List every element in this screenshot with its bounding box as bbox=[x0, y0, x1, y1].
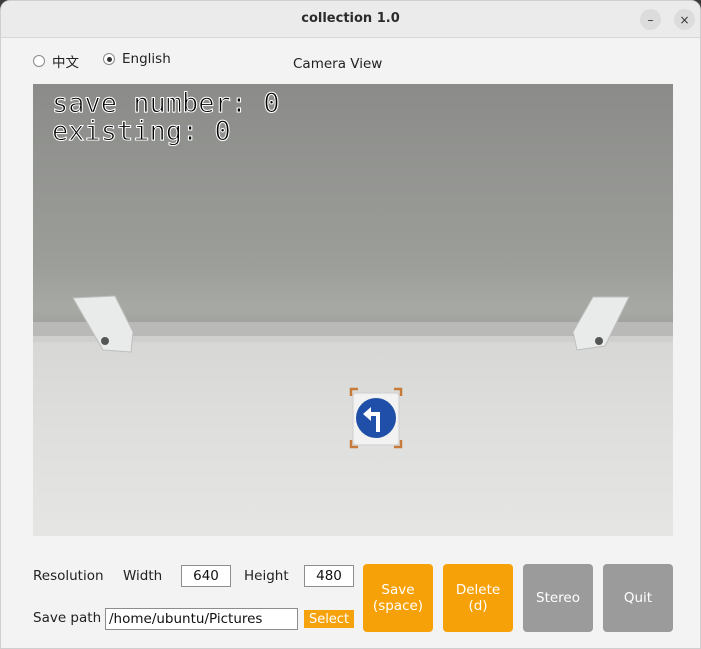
camera-view-label: Camera View bbox=[293, 56, 383, 72]
save-path-input[interactable]: /home/ubuntu/Pictures bbox=[105, 608, 298, 630]
select-path-button[interactable]: Select bbox=[304, 610, 354, 628]
height-label: Height bbox=[244, 568, 289, 584]
save-button-text: Save (space) bbox=[373, 582, 423, 614]
minimize-button[interactable]: – bbox=[640, 9, 661, 30]
save-button-line1: Save bbox=[381, 582, 415, 598]
delete-button-line1: Delete bbox=[455, 582, 501, 598]
delete-button-line2: (d) bbox=[468, 598, 488, 614]
width-label: Width bbox=[123, 568, 163, 584]
window-title: collection 1.0 bbox=[301, 11, 400, 26]
delete-button-text: Delete (d) bbox=[456, 582, 500, 614]
height-input[interactable]: 480 bbox=[304, 565, 354, 587]
traffic-sign-target bbox=[349, 387, 403, 449]
stereo-button[interactable]: Stereo bbox=[523, 564, 593, 632]
overlay-existing: existing: 0 bbox=[52, 116, 232, 147]
camera-view: save number: 0 existing: 0 bbox=[33, 84, 673, 536]
left-bracket-screw bbox=[101, 337, 109, 345]
title-bar: collection 1.0 – × bbox=[1, 1, 700, 38]
resolution-label: Resolution bbox=[33, 568, 104, 584]
right-bracket-screw bbox=[595, 337, 603, 345]
radio-english[interactable]: English bbox=[103, 51, 171, 67]
overlay-save-number: save number: 0 bbox=[52, 88, 281, 119]
save-button[interactable]: Save (space) bbox=[363, 564, 433, 632]
save-path-label: Save path bbox=[33, 610, 102, 626]
width-input[interactable]: 640 bbox=[181, 565, 231, 587]
radio-circle-chinese[interactable] bbox=[33, 55, 45, 67]
radio-circle-english[interactable] bbox=[103, 53, 115, 65]
radio-label-chinese: 中文 bbox=[52, 55, 79, 71]
radio-chinese[interactable]: 中文 bbox=[33, 51, 79, 71]
radio-label-english: English bbox=[122, 51, 171, 67]
delete-button[interactable]: Delete (d) bbox=[443, 564, 513, 632]
app-window: collection 1.0 – × 中文 English Camera Vie… bbox=[0, 0, 701, 649]
camera-scene bbox=[33, 295, 673, 353]
close-button[interactable]: × bbox=[674, 9, 695, 30]
save-button-line2: (space) bbox=[372, 598, 424, 614]
quit-button[interactable]: Quit bbox=[603, 564, 673, 632]
